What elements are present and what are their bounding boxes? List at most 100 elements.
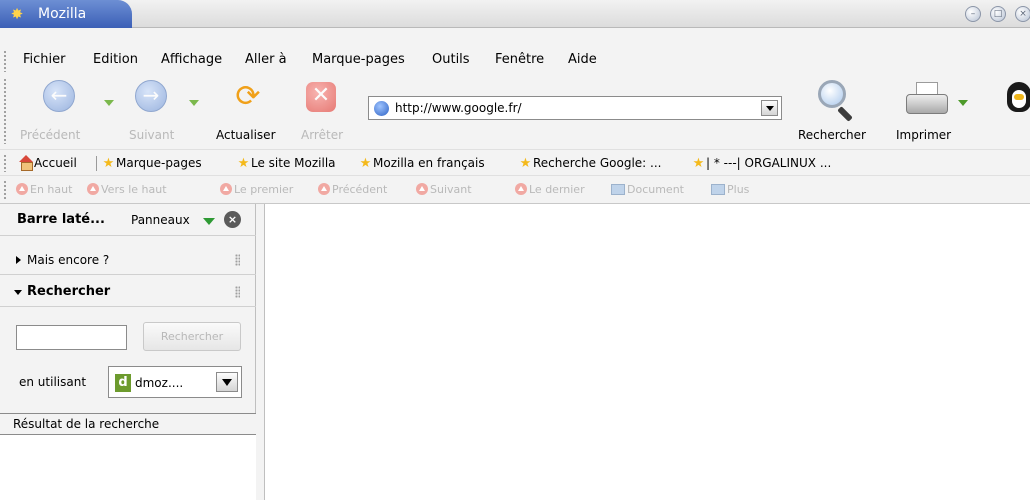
site-nav-label: Le dernier [529,183,585,196]
url-dropdown-button[interactable] [761,100,778,116]
window-title-tab: ✸ Mozilla [0,0,132,28]
grip-icon[interactable] [235,254,240,266]
print-dropdown-icon[interactable] [958,100,968,106]
star-icon: ★ [359,156,372,171]
sidebar-close-icon[interactable]: × [224,211,241,228]
twisty-open-icon[interactable] [14,290,22,295]
search-engine-select[interactable]: d dmoz.... [108,366,242,398]
sidebar-search-input[interactable] [16,325,127,350]
panels-button[interactable]: Panneaux [131,213,190,227]
minimize-button[interactable]: – [965,6,981,22]
close-button[interactable]: × [1015,6,1030,22]
sidebar-title: Barre laté... [17,212,105,227]
bookmark-label: Le site Mozilla [251,156,336,170]
bookmarks-star-icon: ★ [102,156,115,171]
back-dropdown-icon[interactable] [104,100,114,106]
home-icon [18,155,34,171]
sidebar-splitter[interactable] [256,204,265,500]
menu-outils[interactable]: Outils [432,52,470,68]
bookmark-recherche-google[interactable]: ★ Recherche Google: ... [518,155,662,172]
sidebar-header: Barre laté... Panneaux × [0,204,256,236]
up-arrow-icon [87,183,99,195]
bookmark-orgalinux[interactable]: ★ | * ---| ORGALINUX ... [691,155,832,172]
site-nav-label: En haut [30,183,73,196]
star-icon: ★ [692,156,705,171]
search-engine-value[interactable]: dmoz.... [135,375,183,391]
results-list[interactable] [0,435,256,500]
menu-fichier[interactable]: Fichier [23,52,66,68]
bookmark-marque-pages[interactable]: ★ Marque-pages [101,155,202,172]
bookmark-site-mozilla[interactable]: ★ Le site Mozilla [236,155,336,172]
folder-icon [711,184,725,195]
back-label[interactable]: Précédent [20,128,80,142]
sidebar-section-mais-encore[interactable]: Mais encore ? [0,245,256,275]
forward-dropdown-icon[interactable] [189,100,199,106]
sidebar-search-button[interactable]: Rechercher [143,322,241,351]
site-nav-label: Le premier [234,183,294,196]
page-content[interactable] [266,204,1030,500]
panels-dropdown-icon[interactable] [203,218,215,225]
back-arrow-icon[interactable]: ← [43,80,75,112]
menu-aide[interactable]: Aide [568,52,597,68]
search-icon[interactable] [816,80,860,124]
stop-label[interactable]: Arrêter [301,128,343,142]
stop-icon[interactable]: ✕ [306,82,336,112]
previous-icon [318,183,330,195]
engine-dropdown-button[interactable] [216,372,238,392]
site-nav-more[interactable]: Plus [711,182,749,197]
toolbar-grip[interactable] [3,154,8,172]
sidebar-section-rechercher[interactable]: Rechercher [0,277,256,307]
section-label[interactable]: Rechercher [27,284,110,300]
bookmark-label: Accueil [34,156,77,170]
site-nav-last[interactable]: Le dernier [515,182,585,197]
menu-marque-pages[interactable]: Marque-pages [312,52,405,68]
window-title: Mozilla [38,6,87,22]
toolbar-grip[interactable] [3,50,8,72]
menu-fenetre[interactable]: Fenêtre [495,52,544,68]
bookmark-label: | * ---| ORGALINUX ... [706,156,832,170]
toolbar-grip[interactable] [3,78,8,144]
grip-icon[interactable] [235,286,240,298]
results-label: Résultat de la recherche [13,417,160,431]
title-bar: ✸ Mozilla – □ × [0,0,1030,28]
search-label[interactable]: Rechercher [798,128,866,142]
menu-aller[interactable]: Aller à [245,52,287,68]
menu-edition[interactable]: Edition [93,52,138,68]
url-text[interactable]: http://www.google.fr/ [395,100,522,116]
site-nav-label: Vers le haut [101,183,167,196]
dmoz-icon: d [115,374,131,392]
folder-icon [611,184,625,195]
reload-label[interactable]: Actualiser [216,128,276,142]
maximize-button[interactable]: □ [990,6,1006,22]
url-bar[interactable]: http://www.google.fr/ [368,96,782,120]
site-nav-label: Document [627,183,684,196]
bookmark-mozilla-francais[interactable]: ★ Mozilla en français [358,155,485,172]
site-nav-previous[interactable]: Précédent [318,182,387,197]
navigation-toolbar: ← Précédent → Suivant ⟳ Actualiser ✕ Arr… [0,72,1030,150]
forward-arrow-icon[interactable]: → [135,80,167,112]
site-nav-up[interactable]: Vers le haut [87,182,167,197]
sidebar: Barre laté... Panneaux × Mais encore ? R… [0,204,256,500]
site-nav-label: Précédent [332,183,388,196]
site-nav-document[interactable]: Document [611,182,684,197]
print-label[interactable]: Imprimer [896,128,951,142]
reload-icon[interactable]: ⟳ [231,80,265,114]
section-label[interactable]: Mais encore ? [27,252,109,268]
forward-label[interactable]: Suivant [129,128,174,142]
site-nav-first[interactable]: Le premier [220,182,293,197]
site-nav-label: Suivant [430,183,472,196]
penguin-icon[interactable] [1003,80,1030,120]
up-arrow-icon [16,183,28,195]
results-header[interactable]: Résultat de la recherche [0,413,256,435]
menu-affichage[interactable]: Affichage [161,52,222,68]
last-icon [515,183,527,195]
twisty-closed-icon[interactable] [16,256,21,264]
site-nav-top[interactable]: En haut [16,182,72,197]
separator [96,156,97,171]
printer-icon[interactable] [906,82,948,118]
bookmark-accueil[interactable]: Accueil [18,155,77,171]
bookmark-label: Mozilla en français [373,156,485,170]
star-icon: ★ [237,156,250,171]
toolbar-grip[interactable] [3,180,8,200]
site-nav-next[interactable]: Suivant [416,182,472,197]
